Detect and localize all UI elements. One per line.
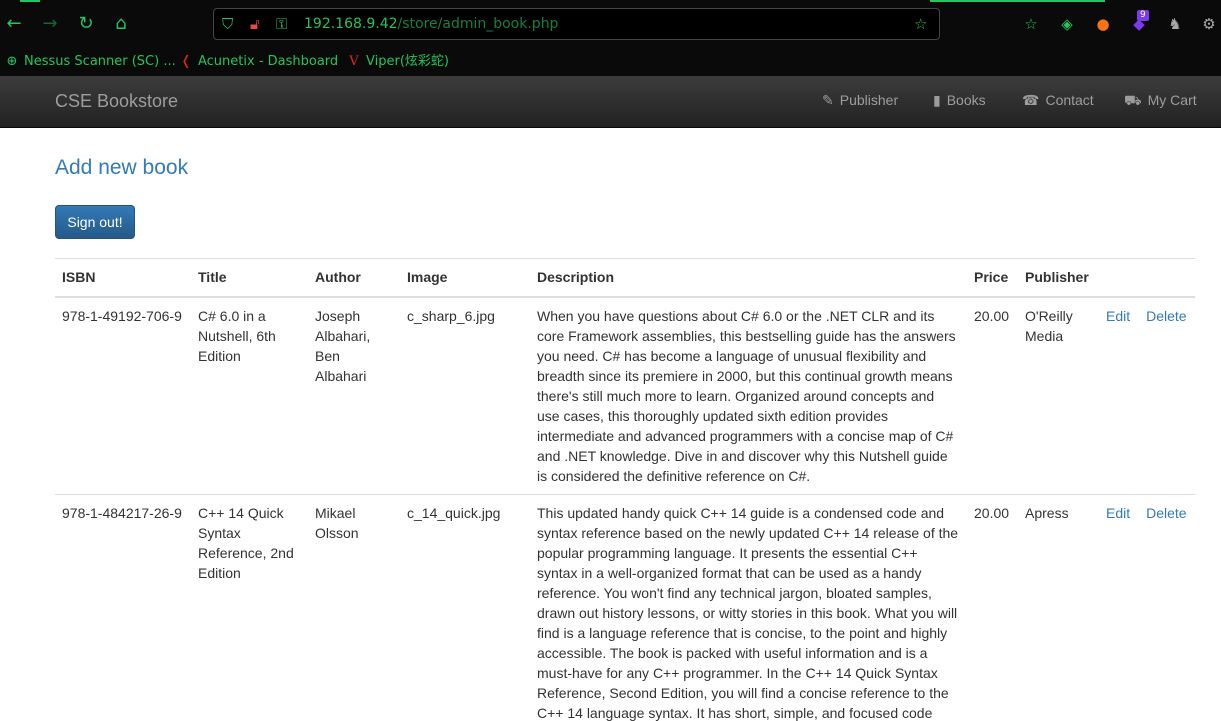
nav-label: Publisher xyxy=(839,92,899,108)
url-text[interactable]: 192.168.9.42/store/admin_book.php xyxy=(304,16,558,32)
book-icon: ▮ xyxy=(933,93,941,109)
acunetix-icon: ❬ xyxy=(180,54,192,69)
column-header-isbn: ISBN xyxy=(55,258,191,298)
bookmark-label: Acunetix - Dashboard xyxy=(198,54,339,69)
browser-toolbar: ← → ↻ ⌂ ⛉ 🔓︎ ⚿ 192.168.9.42/store/admin_… xyxy=(0,0,1221,48)
globe-icon: ⊕ xyxy=(6,54,18,69)
nav-label: Books xyxy=(946,92,986,108)
cell-title: C# 6.0 in a Nutshell, 6th Edition xyxy=(198,308,276,364)
column-header-price: Price xyxy=(967,258,1018,298)
cell-publisher: O'Reilly Media xyxy=(1025,308,1073,344)
delete-link[interactable]: Delete xyxy=(1146,308,1186,324)
menu-icon[interactable]: ⚙ xyxy=(1199,14,1219,34)
cell-author: Joseph Albahari, Ben Albahari xyxy=(315,308,371,384)
cell-actions: Edit Delete xyxy=(1099,494,1195,721)
tab-indicator xyxy=(20,0,40,2)
profile-icon[interactable]: ♞ xyxy=(1165,14,1185,34)
edit-link[interactable]: Edit xyxy=(1106,308,1130,324)
delete-link[interactable]: Delete xyxy=(1146,505,1186,521)
cart-icon: ⛟ xyxy=(1124,93,1142,109)
cell-isbn: 978-1-49192-706-9 xyxy=(62,308,182,324)
phone-icon: ☎ xyxy=(1022,93,1040,109)
fox-icon[interactable]: ● xyxy=(1093,14,1113,34)
add-new-book-link[interactable]: Add new book xyxy=(55,156,188,180)
extension-badge: 9 xyxy=(1137,10,1149,21)
cell-image: c_sharp_6.jpg xyxy=(407,308,495,324)
column-header-author: Author xyxy=(308,258,400,298)
bookmark-acunetix[interactable]: ❬ Acunetix - Dashboard xyxy=(178,52,339,72)
column-header-publisher: Publisher xyxy=(1018,258,1099,298)
cell-author: Mikael Olsson xyxy=(308,494,400,721)
nav-cart[interactable]: ⛟ My Cart xyxy=(1124,92,1197,111)
nav-label: Contact xyxy=(1045,92,1094,108)
url-host: 192.168.9.42 xyxy=(304,16,398,32)
bookmark-nessus[interactable]: ⊕ Nessus Scanner (SC) ... xyxy=(4,52,176,72)
reload-icon[interactable]: ↻ xyxy=(74,12,98,36)
nav-label: My Cart xyxy=(1147,92,1197,108)
column-header-image: Image xyxy=(400,258,530,298)
column-header-title: Title xyxy=(191,258,308,298)
forward-icon[interactable]: → xyxy=(38,12,62,36)
table-row: 978-1-484217-26-9 C++ 14 Quick Syntax Re… xyxy=(55,494,1195,721)
cell-price: 20.00 xyxy=(967,494,1018,721)
bookmark-star-icon[interactable]: ☆ xyxy=(914,14,927,34)
nav-publisher[interactable]: ✎ Publisher xyxy=(822,92,898,109)
bookmark-viper[interactable]: V Viper(炫彩蛇) xyxy=(346,52,449,72)
shield-icon[interactable]: ⛉ xyxy=(222,14,233,34)
brand[interactable]: CSE Bookstore xyxy=(55,91,178,112)
cell-image: c_14_quick.jpg xyxy=(400,494,530,721)
cell-price: 20.00 xyxy=(974,308,1010,324)
cell-isbn: 978-1-484217-26-9 xyxy=(55,494,191,721)
table-row: 978-1-49192-706-9 C# 6.0 in a Nutshell, … xyxy=(55,297,1195,495)
home-icon[interactable]: ⌂ xyxy=(109,12,133,36)
cell-title: C++ 14 Quick Syntax Reference, 2nd Editi… xyxy=(191,494,308,721)
column-header-actions xyxy=(1099,258,1195,298)
cell-publisher: Apress xyxy=(1018,494,1099,721)
bookmarks-bar: ⊕ Nessus Scanner (SC) ... ❬ Acunetix - Das… xyxy=(0,48,1221,76)
column-header-description: Description xyxy=(530,258,967,298)
edit-link[interactable]: Edit xyxy=(1106,505,1130,521)
sign-out-button[interactable]: Sign out! xyxy=(55,205,135,239)
paperclip-icon: ✎ xyxy=(822,93,834,109)
bookmark-label: Nessus Scanner (SC) ... xyxy=(24,54,176,69)
pocket-icon[interactable]: ◈ xyxy=(1057,14,1077,34)
key-icon[interactable]: ⚿ xyxy=(276,14,287,34)
cell-description: This updated handy quick C++ 14 guide is… xyxy=(530,494,967,721)
lock-icon[interactable]: 🔓︎ xyxy=(250,14,260,34)
navbar: CSE Bookstore ✎ Publisher ▮ Books ☎ Contact… xyxy=(0,76,1221,128)
cell-description: When you have questions about C# 6.0 or … xyxy=(537,308,956,484)
url-path: /store/admin_book.php xyxy=(397,16,559,32)
cell-actions: Edit Delete xyxy=(1099,297,1195,495)
viper-icon: V xyxy=(349,54,359,69)
active-tab-indicator xyxy=(930,0,1105,2)
nav-contact[interactable]: ☎ Contact xyxy=(1022,92,1094,109)
bookmark-label: Viper(炫彩蛇) xyxy=(366,54,449,69)
back-icon[interactable]: ← xyxy=(2,12,26,36)
url-bar[interactable]: ⛉ 🔓︎ ⚿ 192.168.9.42/store/admin_book.php… xyxy=(213,8,940,40)
table-header-row: ISBN Title Author Image Description Pric… xyxy=(55,258,1195,298)
nav-books[interactable]: ▮ Books xyxy=(933,92,986,109)
books-table: ISBN Title Author Image Description Pric… xyxy=(55,258,1195,721)
extension-icon[interactable]: ☆ xyxy=(1021,14,1041,34)
